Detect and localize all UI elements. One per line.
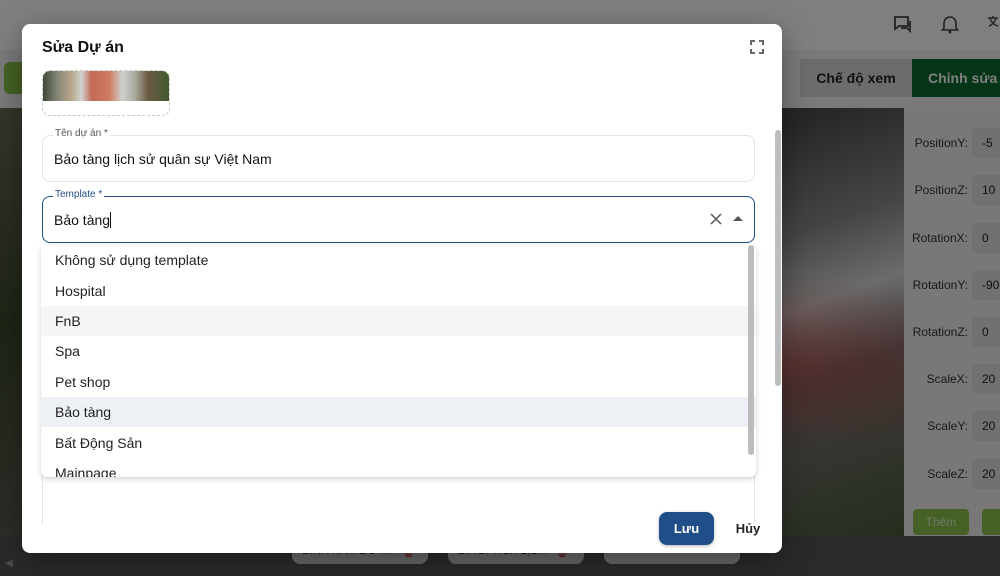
chevron-up-icon[interactable] [733, 216, 743, 221]
template-option-selected[interactable]: Bảo tàng [41, 396, 756, 428]
clear-icon[interactable] [709, 212, 723, 226]
save-button[interactable]: Lưu [659, 512, 714, 545]
fullscreen-icon[interactable] [750, 40, 764, 54]
template-input[interactable]: Bảo tàng [54, 212, 112, 228]
template-option[interactable]: Spa [41, 336, 756, 366]
edit-project-dialog: Sửa Dự án Tên dự án * Bảo tàng lịch sử q… [22, 24, 782, 553]
project-name-label: Tên dự án * [53, 128, 110, 139]
text-caret [110, 212, 112, 228]
project-thumbnail [43, 71, 169, 101]
template-option[interactable]: Mainpage [41, 458, 756, 477]
cancel-button[interactable]: Hủy [728, 512, 768, 545]
template-option[interactable]: Pet shop [41, 367, 756, 397]
dialog-scrollbar[interactable] [775, 130, 781, 386]
project-thumbnail-upload[interactable] [42, 70, 170, 116]
template-option[interactable]: Bất Động Sản [41, 427, 756, 457]
template-option[interactable]: Hospital [41, 275, 756, 305]
template-field[interactable]: Template * Bảo tàng [42, 189, 755, 243]
template-option[interactable]: Không sử dụng template [41, 245, 756, 275]
template-option[interactable]: FnB [41, 305, 756, 337]
project-name-input[interactable]: Bảo tàng lịch sử quân sự Việt Nam [54, 151, 272, 167]
project-name-field[interactable]: Tên dự án * Bảo tàng lịch sử quân sự Việ… [42, 128, 755, 182]
dropdown-scrollbar[interactable] [748, 245, 754, 455]
dialog-title: Sửa Dự án [42, 39, 124, 56]
template-label: Template * [53, 189, 105, 200]
template-options-list: Không sử dụng template Hospital FnB Spa … [41, 245, 756, 477]
